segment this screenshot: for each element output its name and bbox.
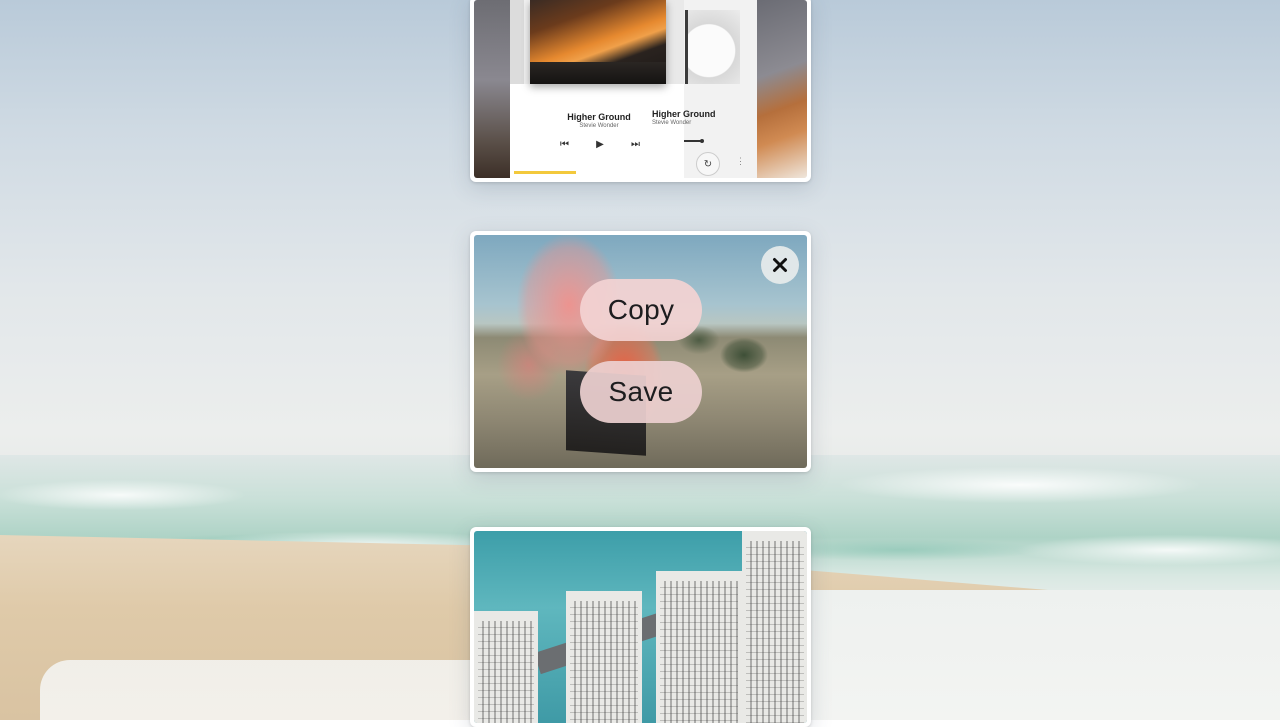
photo-thumbnail: Copy Save bbox=[474, 235, 807, 468]
play-icon: ▶ bbox=[596, 139, 604, 150]
track-title: Higher Ground bbox=[567, 112, 631, 122]
close-icon bbox=[773, 258, 787, 272]
photo-strip-right bbox=[757, 0, 807, 178]
track-title: Higher Ground bbox=[652, 109, 716, 119]
close-button[interactable] bbox=[761, 246, 799, 284]
repeat-icon: ↻ bbox=[696, 152, 720, 176]
more-icon: ⋮ bbox=[736, 156, 745, 166]
track-artist: Stevie Wonder bbox=[652, 120, 692, 126]
playback-controls: ⏮ ▶ ⏭ bbox=[560, 139, 640, 150]
wallpaper-foam bbox=[780, 590, 1280, 720]
track-info-secondary: Higher Ground Stevie Wonder bbox=[652, 109, 732, 126]
wallpaper-foam-left bbox=[40, 660, 500, 720]
seek-bar bbox=[684, 139, 704, 143]
album-art bbox=[530, 0, 666, 84]
building bbox=[742, 531, 807, 723]
save-button[interactable]: Save bbox=[580, 361, 702, 423]
building bbox=[656, 571, 742, 723]
track-artist: Stevie Wonder bbox=[579, 123, 619, 129]
city-thumbnail bbox=[474, 531, 807, 723]
track-info: Higher Ground Stevie Wonder bbox=[539, 112, 659, 129]
building bbox=[474, 611, 538, 723]
previous-icon: ⏮ bbox=[560, 139, 569, 150]
album-art-secondary bbox=[688, 10, 740, 84]
player-info-panel bbox=[510, 84, 684, 178]
screenshot-card-city[interactable] bbox=[470, 527, 811, 727]
screenshot-card-music[interactable]: Higher Ground Stevie Wonder Higher Groun… bbox=[470, 0, 811, 182]
next-icon: ⏭ bbox=[630, 139, 640, 150]
screenshot-card-photo[interactable]: Copy Save bbox=[470, 231, 811, 472]
copy-button[interactable]: Copy bbox=[580, 279, 702, 341]
music-thumbnail: Higher Ground Stevie Wonder Higher Groun… bbox=[474, 0, 807, 178]
progress-bar bbox=[514, 171, 576, 174]
building bbox=[566, 591, 642, 723]
photo-strip-left bbox=[474, 0, 510, 178]
